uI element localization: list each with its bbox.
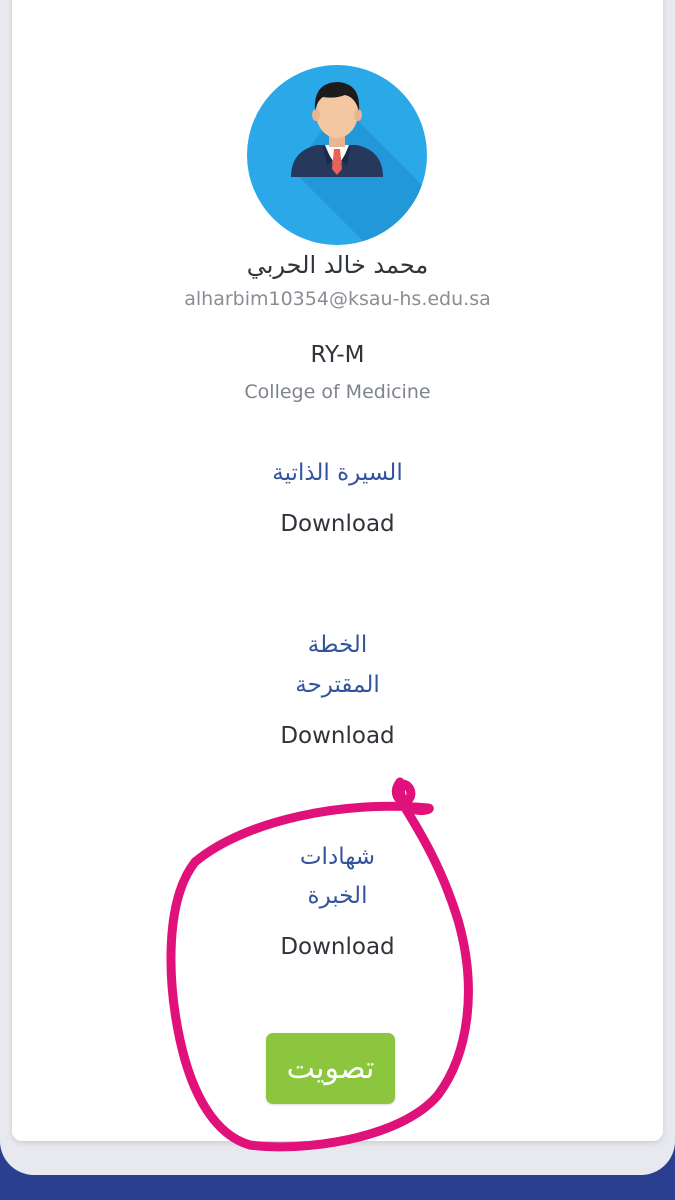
plan-download-link[interactable]: Download [0,721,675,751]
user-name: محمد خالد الحربي [246,251,429,279]
user-email: alharbim10354@ksau-hs.edu.sa [184,288,491,310]
user-college: College of Medicine [244,381,431,403]
user-code: RY-M [310,342,365,368]
cv-section-title: السيرة الذاتية [272,460,403,486]
experience-section-title-line1: شهادات [299,844,376,870]
experience-download-link[interactable]: Download [0,932,675,962]
cv-download-link[interactable]: Download [0,509,675,539]
vote-button[interactable]: تصويت [266,1033,395,1104]
user-avatar-icon [247,65,427,245]
plan-section-title-line2: المقترحة [295,672,380,698]
plan-section-title-line1: الخطة [307,632,368,658]
experience-section-title-line2: الخبرة [307,883,368,909]
